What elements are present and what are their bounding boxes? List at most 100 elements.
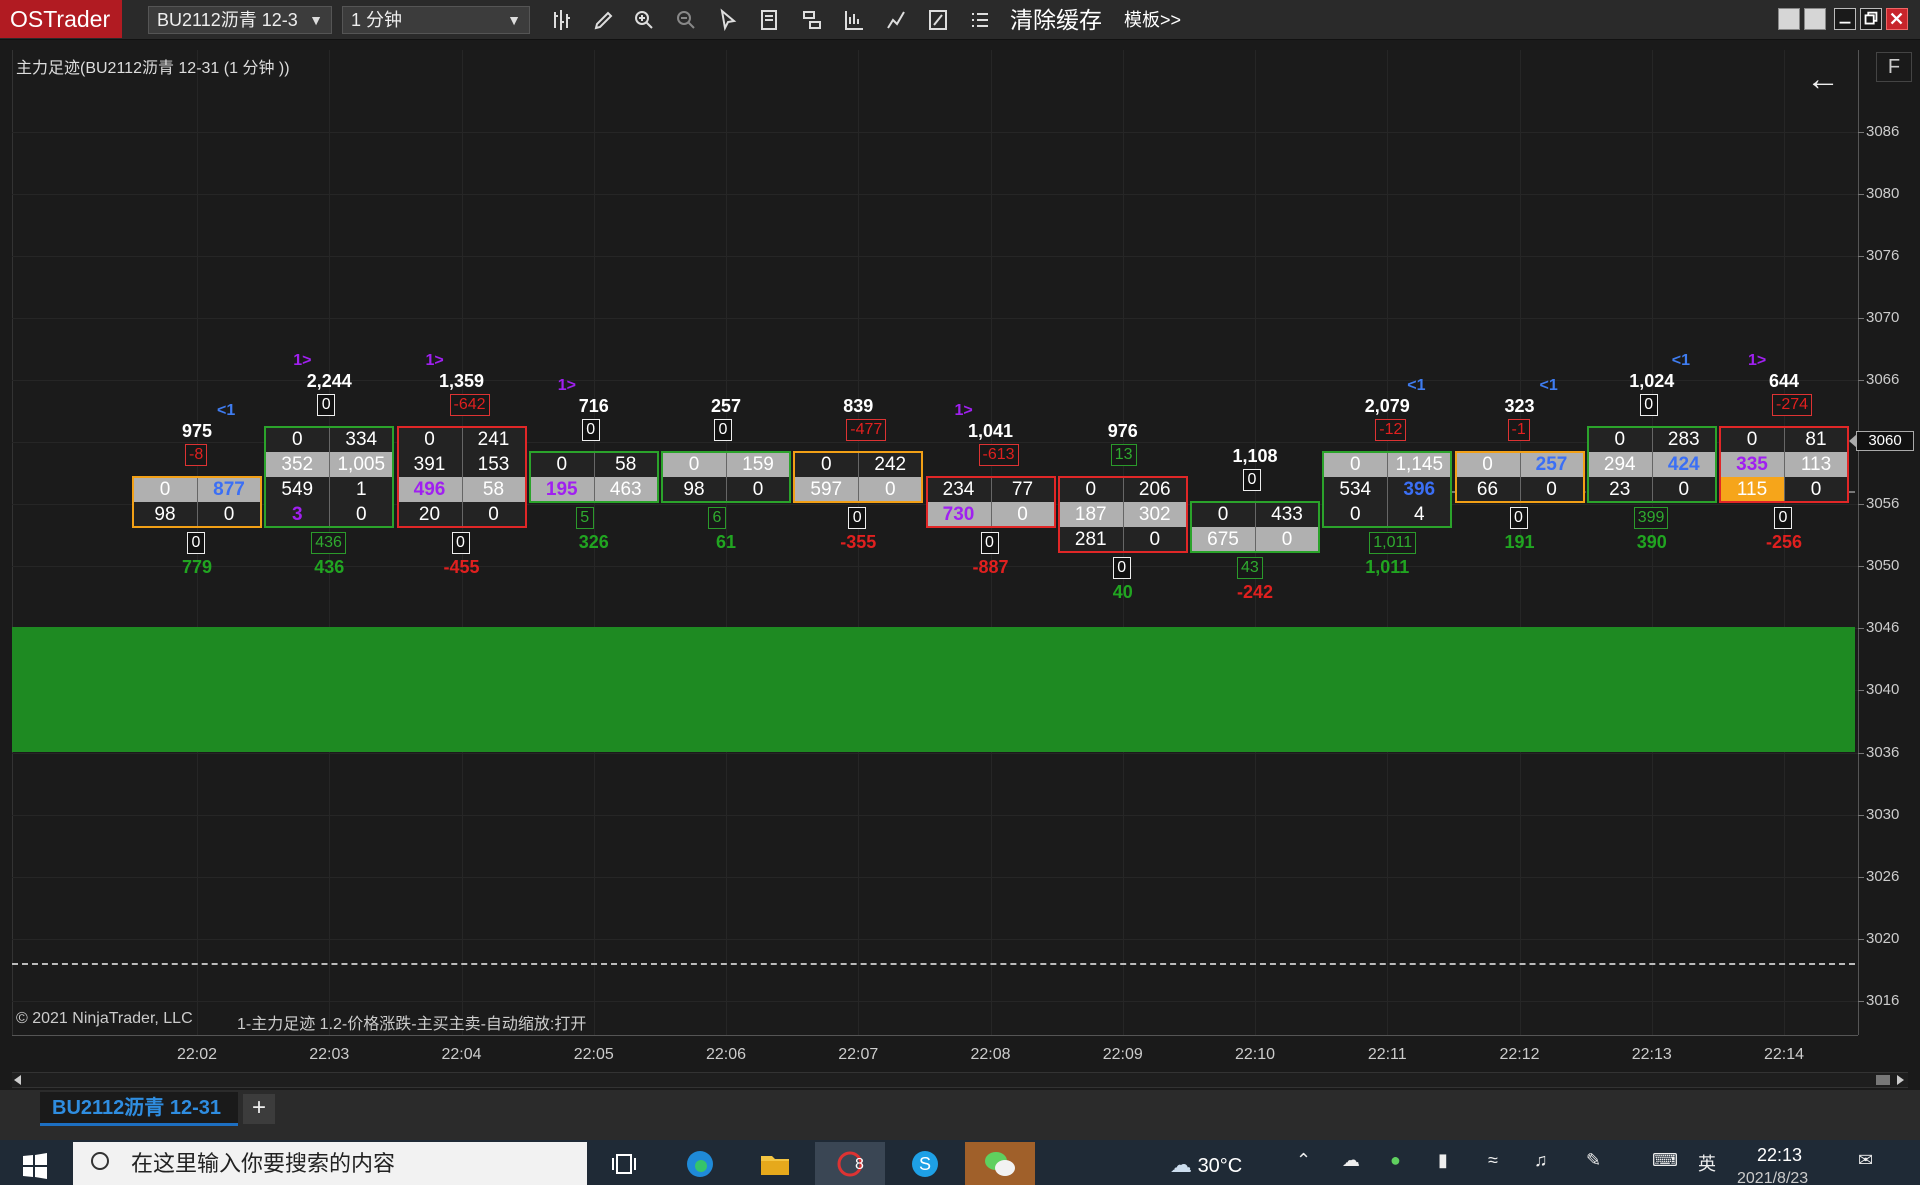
tray-chevron-up-icon[interactable]: ⌃: [1296, 1150, 1311, 1171]
clock-time[interactable]: 22:13: [1757, 1145, 1802, 1166]
price-tick: [1858, 380, 1864, 381]
price-tick: [1858, 1001, 1864, 1002]
search-icon: [91, 1152, 109, 1170]
task-view-icon[interactable]: [590, 1142, 660, 1185]
bar-volume: 976: [1107, 421, 1138, 441]
signal-marker: 1>: [1748, 352, 1767, 369]
time-label: 22:13: [1631, 1046, 1672, 1063]
tab-instrument[interactable]: BU2112沥青 12-31: [40, 1092, 238, 1126]
copyright-text: © 2021 NinjaTrader, LLC: [16, 1010, 193, 1027]
time-label: 22:14: [1763, 1046, 1805, 1063]
volume-icon[interactable]: ♫: [1534, 1150, 1548, 1171]
bar-cumulative-delta: -455: [443, 557, 480, 577]
bar-bottom-delta: 43: [1237, 557, 1263, 579]
window-tile-button[interactable]: [1778, 8, 1800, 30]
data-box-icon[interactable]: [754, 4, 786, 36]
bar-type-icon[interactable]: [546, 4, 578, 36]
bar-outline: [1190, 501, 1320, 553]
taskbar-search[interactable]: 在这里输入你要搜索的内容: [73, 1142, 587, 1185]
bar-cumulative-delta: 326: [578, 532, 609, 552]
edge-browser-icon[interactable]: [665, 1142, 735, 1185]
templates-button[interactable]: 模板>>: [1124, 6, 1181, 34]
weather-widget[interactable]: ☁ 30°C: [1170, 1152, 1242, 1178]
windows-start-icon[interactable]: [22, 1153, 48, 1184]
back-arrow-icon[interactable]: ←: [1806, 62, 1840, 96]
time-label: 22:04: [441, 1046, 482, 1063]
pointer-icon[interactable]: [712, 4, 744, 36]
time-label: 22:05: [573, 1046, 614, 1063]
restore-button[interactable]: [1860, 8, 1882, 30]
grid-line: [12, 939, 1858, 940]
price-tick: [1858, 194, 1864, 195]
price-label: 3070: [1866, 309, 1900, 326]
analyzer-icon[interactable]: [922, 4, 954, 36]
grid-line: [12, 318, 1858, 319]
scroll-thumb[interactable]: [1876, 1075, 1890, 1085]
grid-line: [12, 1001, 1858, 1002]
bar-outline: [528, 451, 659, 503]
ostrader-app-icon[interactable]: 8: [815, 1142, 885, 1185]
price-tick: [1858, 753, 1864, 754]
chevron-down-icon: ▼: [507, 12, 521, 28]
add-tab-button[interactable]: +: [243, 1094, 275, 1124]
price-tick: [1858, 690, 1864, 691]
ime-indicator[interactable]: 英: [1698, 1150, 1716, 1176]
battery-icon[interactable]: ▮: [1438, 1150, 1448, 1171]
price-tick: [1858, 318, 1864, 319]
pen-icon[interactable]: ✎: [1586, 1150, 1601, 1171]
bar-bottom-delta: 6: [708, 507, 726, 529]
bar-outline: [793, 451, 924, 503]
indicators-icon[interactable]: [838, 4, 870, 36]
bar-delta: -613: [978, 444, 1019, 466]
instrument-dropdown[interactable]: BU2112沥青 12-3 ▼: [148, 6, 332, 34]
bar-volume: 323: [1504, 396, 1535, 416]
signal-marker: 1>: [954, 402, 973, 419]
support-zone: [12, 627, 1855, 752]
wechat-icon[interactable]: [965, 1142, 1035, 1185]
zoom-out-icon[interactable]: [670, 4, 702, 36]
onedrive-icon[interactable]: ☁: [1342, 1150, 1360, 1171]
bar-bottom-delta: 0: [1774, 507, 1792, 529]
f-button[interactable]: F: [1876, 52, 1912, 82]
bar-volume: 1,359: [438, 371, 485, 391]
bar-cumulative-delta: 390: [1636, 532, 1667, 552]
signal-marker: 1>: [425, 352, 444, 369]
bar-cumulative-delta: 1,011: [1365, 557, 1410, 577]
price-tick: [1858, 939, 1864, 940]
bar-cumulative-delta: 61: [715, 532, 737, 552]
signal-marker: <1: [1407, 377, 1426, 394]
close-button[interactable]: [1886, 8, 1908, 30]
bar-outline: [396, 426, 527, 528]
bar-volume: 1,024: [1629, 371, 1675, 391]
wechat-tray-icon[interactable]: ●: [1390, 1150, 1401, 1171]
time-label: 22:06: [705, 1046, 747, 1063]
properties-icon[interactable]: [796, 4, 828, 36]
clock-date[interactable]: 2021/8/23: [1737, 1170, 1808, 1185]
bar-bottom-delta: 0: [1509, 507, 1528, 529]
window-tile-2-button[interactable]: [1804, 8, 1826, 30]
file-explorer-icon[interactable]: [740, 1142, 810, 1185]
signal-marker: <1: [217, 402, 236, 419]
list-icon[interactable]: [964, 4, 996, 36]
scroll-left-icon[interactable]: [14, 1075, 21, 1085]
network-icon[interactable]: ≈: [1488, 1150, 1498, 1171]
price-label: 3020: [1866, 930, 1900, 947]
bar-volume: 2,244: [306, 371, 352, 391]
notifications-icon[interactable]: ✉: [1858, 1150, 1873, 1171]
notification-badge: 8: [855, 1156, 864, 1173]
skype-icon[interactable]: S: [890, 1142, 960, 1185]
price-tick: [1858, 132, 1864, 133]
scroll-right-icon[interactable]: [1897, 1075, 1904, 1085]
svg-text:S: S: [919, 1154, 931, 1174]
horizontal-scrollbar[interactable]: [12, 1072, 1908, 1088]
price-label: 3056: [1866, 495, 1900, 512]
timeframe-dropdown[interactable]: 1 分钟 ▼: [342, 6, 530, 34]
strategy-icon[interactable]: [880, 4, 912, 36]
price-label: 3076: [1866, 247, 1900, 264]
zoom-in-icon[interactable]: [628, 4, 660, 36]
time-label: 22:08: [970, 1046, 1011, 1063]
clear-cache-button[interactable]: 清除缓存: [1010, 4, 1102, 36]
minimize-button[interactable]: [1834, 8, 1856, 30]
keyboard-icon[interactable]: ⌨: [1652, 1150, 1678, 1171]
pencil-icon[interactable]: [588, 4, 620, 36]
